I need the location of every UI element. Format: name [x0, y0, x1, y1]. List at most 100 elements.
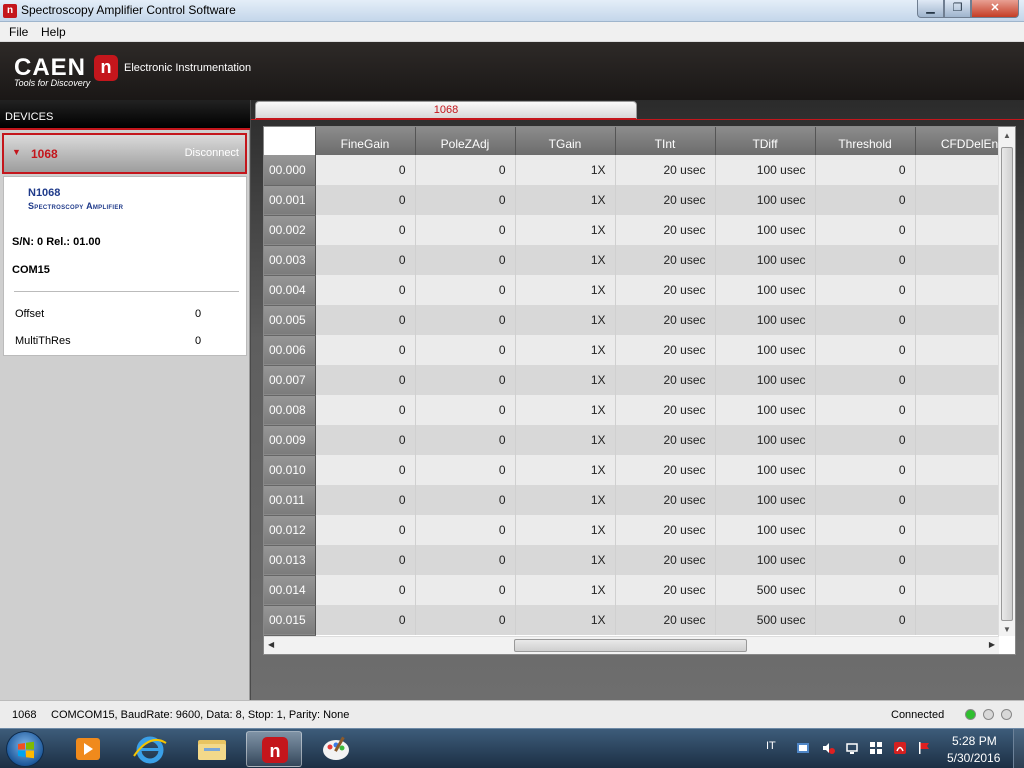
cell-tint[interactable]: 20 usec	[615, 455, 716, 485]
cell-tint[interactable]: 20 usec	[615, 425, 716, 455]
column-header-cfddelen[interactable]: CFDDelEn	[915, 127, 999, 155]
cell-finegain[interactable]: 0	[315, 365, 416, 395]
cell-threshold[interactable]: 0	[815, 605, 916, 635]
cell-threshold[interactable]: 0	[815, 455, 916, 485]
cell-polezadj[interactable]: 0	[415, 335, 516, 365]
channel-row-header[interactable]: 00.013	[264, 545, 316, 576]
cell-threshold[interactable]: 0	[815, 185, 916, 215]
pdf-reader-icon[interactable]	[893, 741, 907, 755]
cell-tint[interactable]: 20 usec	[615, 545, 716, 575]
cell-tint[interactable]: 20 usec	[615, 215, 716, 245]
vertical-scrollbar[interactable]: ▲ ▼	[998, 127, 1015, 636]
expand-triangle-icon[interactable]: ▼	[12, 147, 21, 157]
action-center-icon[interactable]	[796, 741, 810, 755]
cell-cfddelen[interactable]: D	[915, 455, 999, 485]
start-button[interactable]	[6, 731, 44, 767]
column-header-tint[interactable]: TInt	[615, 127, 716, 155]
cell-finegain[interactable]: 0	[315, 545, 416, 575]
channel-row-header[interactable]: 00.007	[264, 365, 316, 396]
cell-finegain[interactable]: 0	[315, 425, 416, 455]
cell-threshold[interactable]: 0	[815, 245, 916, 275]
scroll-right-arrow-icon[interactable]: ▶	[989, 640, 995, 649]
cell-tint[interactable]: 20 usec	[615, 275, 716, 305]
cell-threshold[interactable]: 0	[815, 425, 916, 455]
cell-tdiff[interactable]: 100 usec	[715, 305, 816, 335]
channel-row[interactable]: 00.012001X20 usec100 usec0D	[264, 515, 999, 546]
cell-finegain[interactable]: 0	[315, 395, 416, 425]
disconnect-button[interactable]: Disconnect	[185, 147, 239, 159]
windows-update-icon[interactable]	[869, 741, 883, 755]
windows-media-player-icon[interactable]	[60, 731, 116, 767]
cell-tint[interactable]: 20 usec	[615, 305, 716, 335]
cell-polezadj[interactable]: 0	[415, 155, 516, 185]
cell-polezadj[interactable]: 0	[415, 305, 516, 335]
cell-polezadj[interactable]: 0	[415, 215, 516, 245]
volume-muted-icon[interactable]	[821, 741, 835, 755]
column-header-tgain[interactable]: TGain	[515, 127, 616, 155]
cell-cfddelen[interactable]: D	[915, 485, 999, 515]
horizontal-scroll-thumb[interactable]	[514, 639, 747, 652]
channel-row[interactable]: 00.011001X20 usec100 usec0D	[264, 485, 999, 516]
flag-notification-icon[interactable]	[917, 741, 931, 755]
cell-tdiff[interactable]: 100 usec	[715, 215, 816, 245]
cell-tint[interactable]: 20 usec	[615, 485, 716, 515]
cell-cfddelen[interactable]: D	[915, 395, 999, 425]
device-item[interactable]: ▼ 1068 Disconnect	[2, 133, 247, 174]
cell-tdiff[interactable]: 100 usec	[715, 455, 816, 485]
cell-tdiff[interactable]: 100 usec	[715, 185, 816, 215]
channel-row-header[interactable]: 00.006	[264, 335, 316, 366]
cell-polezadj[interactable]: 0	[415, 575, 516, 605]
network-icon[interactable]	[845, 741, 859, 755]
cell-tdiff[interactable]: 100 usec	[715, 425, 816, 455]
cell-finegain[interactable]: 0	[315, 575, 416, 605]
horizontal-scrollbar[interactable]: ◀ ▶	[264, 636, 999, 654]
cell-polezadj[interactable]: 0	[415, 515, 516, 545]
caen-app-taskbar-button[interactable]: n	[246, 731, 302, 767]
cell-tgain[interactable]: 1X	[515, 455, 616, 485]
channel-row[interactable]: 00.013001X20 usec100 usec0D	[264, 545, 999, 576]
cell-finegain[interactable]: 0	[315, 485, 416, 515]
cell-tdiff[interactable]: 100 usec	[715, 515, 816, 545]
cell-finegain[interactable]: 0	[315, 455, 416, 485]
cell-tdiff[interactable]: 100 usec	[715, 335, 816, 365]
cell-cfddelen[interactable]: D	[915, 335, 999, 365]
cell-tint[interactable]: 20 usec	[615, 395, 716, 425]
channel-row-header[interactable]: 00.011	[264, 485, 316, 516]
cell-polezadj[interactable]: 0	[415, 485, 516, 515]
cell-tgain[interactable]: 1X	[515, 365, 616, 395]
cell-tint[interactable]: 20 usec	[615, 155, 716, 185]
cell-threshold[interactable]: 0	[815, 395, 916, 425]
cell-tint[interactable]: 20 usec	[615, 515, 716, 545]
cell-cfddelen[interactable]: D	[915, 245, 999, 275]
cell-finegain[interactable]: 0	[315, 185, 416, 215]
scroll-down-arrow-icon[interactable]: ▼	[1003, 625, 1011, 634]
cell-cfddelen[interactable]: D	[915, 305, 999, 335]
cell-threshold[interactable]: 0	[815, 485, 916, 515]
cell-tgain[interactable]: 1X	[515, 185, 616, 215]
cell-finegain[interactable]: 0	[315, 605, 416, 635]
cell-threshold[interactable]: 0	[815, 335, 916, 365]
cell-cfddelen[interactable]: D	[915, 275, 999, 305]
cell-tgain[interactable]: 1X	[515, 335, 616, 365]
column-header-polezadj[interactable]: PoleZAdj	[415, 127, 516, 155]
column-header-tdiff[interactable]: TDiff	[715, 127, 816, 155]
channel-row[interactable]: 00.000001X20 usec100 usec0D	[264, 155, 999, 186]
channel-row[interactable]: 00.006001X20 usec100 usec0D	[264, 335, 999, 366]
cell-tdiff[interactable]: 100 usec	[715, 545, 816, 575]
cell-tgain[interactable]: 1X	[515, 155, 616, 185]
minimize-button[interactable]: ▁	[917, 0, 944, 18]
cell-polezadj[interactable]: 0	[415, 545, 516, 575]
cell-finegain[interactable]: 0	[315, 275, 416, 305]
cell-tdiff[interactable]: 100 usec	[715, 485, 816, 515]
column-header-threshold[interactable]: Threshold	[815, 127, 916, 155]
channel-row[interactable]: 00.008001X20 usec100 usec0D	[264, 395, 999, 426]
cell-tgain[interactable]: 1X	[515, 395, 616, 425]
cell-cfddelen[interactable]: D	[915, 365, 999, 395]
cell-polezadj[interactable]: 0	[415, 605, 516, 635]
cell-tint[interactable]: 20 usec	[615, 185, 716, 215]
channel-row-header[interactable]: 00.005	[264, 305, 316, 336]
cell-tgain[interactable]: 1X	[515, 485, 616, 515]
channel-row-header[interactable]: 00.002	[264, 215, 316, 246]
clock-time[interactable]: 5:28 PM	[952, 734, 997, 748]
menu-file[interactable]: File	[9, 25, 28, 39]
